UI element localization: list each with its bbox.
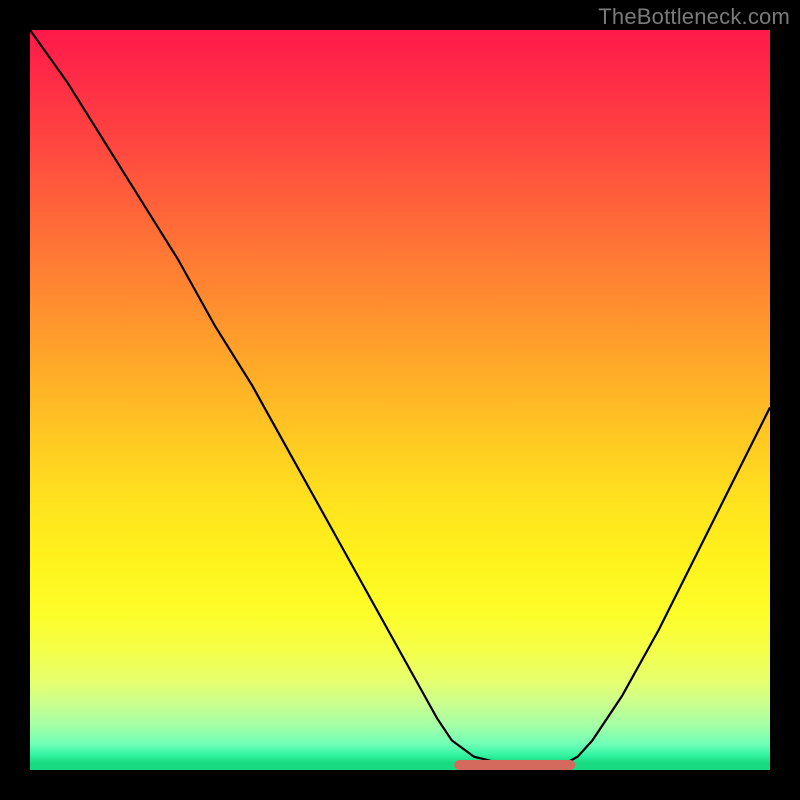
plot-area [30, 30, 770, 770]
curve-layer [30, 30, 770, 770]
watermark-text: TheBottleneck.com [598, 4, 790, 30]
chart-frame: TheBottleneck.com [0, 0, 800, 800]
bottleneck-curve [30, 30, 770, 766]
